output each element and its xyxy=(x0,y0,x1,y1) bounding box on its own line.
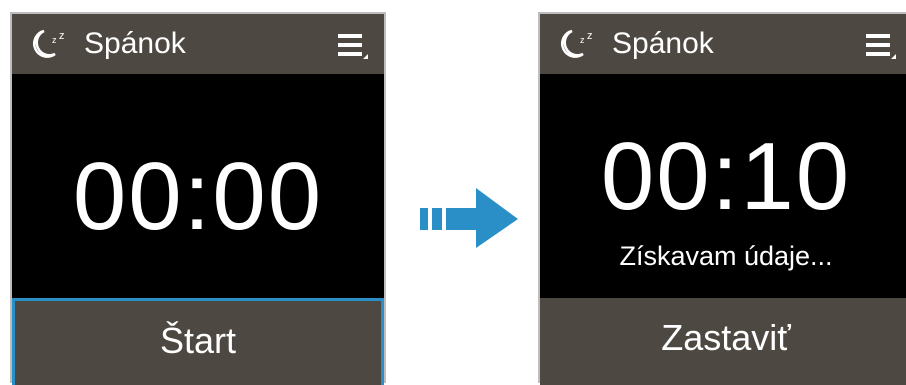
start-button[interactable]: Štart xyxy=(12,298,384,385)
app-title: Spánok xyxy=(84,27,186,60)
stop-button[interactable]: Zastaviť xyxy=(540,298,906,385)
svg-text:z: z xyxy=(59,30,65,42)
screen-after: z z Spánok 00:10 Získavam údaje... Zasta… xyxy=(538,12,906,385)
svg-text:z: z xyxy=(580,35,585,45)
arrow-right-icon xyxy=(420,188,518,248)
status-text: Získavam údaje... xyxy=(619,241,833,271)
timer-display: 00:10 xyxy=(600,123,852,230)
timer-display: 00:00 xyxy=(72,143,324,250)
app-header: z z Spánok xyxy=(540,14,906,74)
screen-before: z z Spánok 00:00 Štart xyxy=(10,12,386,385)
sleep-moon-icon: z z xyxy=(32,29,65,58)
menu-icon[interactable] xyxy=(866,32,896,60)
svg-text:z: z xyxy=(587,30,593,42)
sleep-moon-icon: z z xyxy=(560,29,593,58)
app-title: Spánok xyxy=(612,27,714,60)
menu-icon[interactable] xyxy=(338,32,368,60)
app-header: z z Spánok xyxy=(12,14,384,74)
svg-text:z: z xyxy=(52,35,57,45)
